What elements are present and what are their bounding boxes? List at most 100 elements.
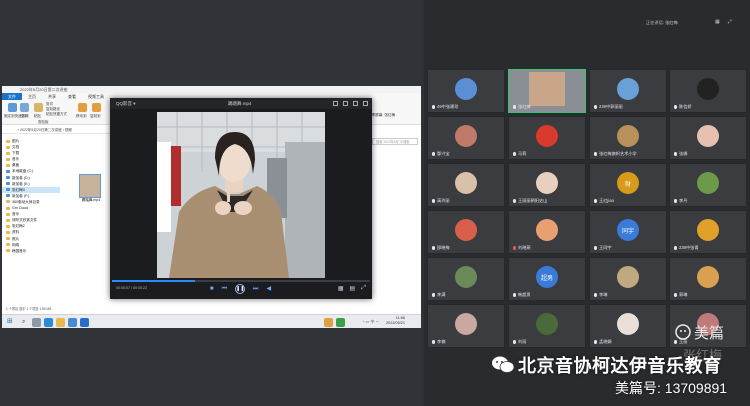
participant-tile[interactable]: 49中张建珍 <box>427 69 505 113</box>
participant-avatar <box>536 125 558 147</box>
explorer-title: 2022年5月20日第二次讲座 <box>2 86 421 93</box>
participant-tile[interactable]: 刘丽 <box>508 304 586 348</box>
qq-icon[interactable] <box>324 318 333 327</box>
ribbon-label-copy-to: 复制到 <box>90 114 101 118</box>
participant-tile[interactable]: 刘晓燕 <box>508 210 586 254</box>
windows-taskbar: ⊞ ⌕ ^ ▭ 中 ∽ 11:56 2022/05/21 <box>2 314 421 328</box>
move-to-icon[interactable] <box>78 103 87 112</box>
playback-progress-bar[interactable] <box>112 280 370 282</box>
participant-name: 239中张青 <box>679 245 699 250</box>
taskbar-clock[interactable]: 11:56 2022/05/21 <box>386 316 405 326</box>
store-icon[interactable] <box>68 318 77 327</box>
participant-tile[interactable]: 李楠 <box>427 304 505 348</box>
ribbon-group-clipboard: 剪贴板 <box>38 120 49 124</box>
address-bar[interactable]: › 2022年5月20日第二次讲座 › 视频 <box>2 126 110 134</box>
video-frame[interactable] <box>157 112 325 278</box>
participant-tile[interactable]: 张红梅 <box>508 69 586 113</box>
previous-icon[interactable]: ⏮ <box>222 285 227 293</box>
volume-icon[interactable]: ◀ <box>266 285 271 293</box>
folder-icon[interactable] <box>56 318 65 327</box>
mic-icon <box>432 340 435 344</box>
playback-time: 00:00:07 / 00:00:22 <box>116 286 147 290</box>
taskview-icon[interactable] <box>32 318 41 327</box>
next-icon[interactable]: ⏭ <box>253 285 258 293</box>
maximize-icon[interactable] <box>353 101 358 106</box>
grid-view-icon[interactable]: ▦ <box>715 19 720 25</box>
pause-button[interactable]: ❚❚ <box>235 284 246 294</box>
participant-tile[interactable]: 张红梅旗帜艺术小学 <box>589 116 667 160</box>
pin-window-icon[interactable] <box>333 101 338 106</box>
screen: 2022年5月20日第二次讲座 文件 主页 共享 查看 视频工具 固定到快速访问 复制 … <box>0 0 750 406</box>
participant-name: 李楠 <box>437 339 446 344</box>
explorer-search-input[interactable]: 搜索"2022年5月"中搜索 <box>372 138 418 145</box>
participant-name: 郭琳 <box>679 292 688 297</box>
participant-name: 李满 <box>437 292 446 297</box>
nav-item[interactable]: 韩国音乐 <box>2 248 60 254</box>
participant-name: 239中郭丽丽 <box>599 104 623 109</box>
participant-avatar <box>536 313 558 335</box>
system-tray[interactable]: ^ ▭ 中 ∽ <box>363 319 379 325</box>
participant-name: 邵晓梅 <box>437 245 450 250</box>
gallery-controls: ▦ ⤢ <box>715 19 732 25</box>
start-icon[interactable]: ⊞ <box>7 318 13 326</box>
participant-tile[interactable]: 孟晓娟 <box>589 304 667 348</box>
fullscreen-gallery-icon[interactable]: ⤢ <box>728 19 732 25</box>
explorer-tab-1[interactable]: 主页 <box>22 93 42 100</box>
explorer-tab-4[interactable]: 视频工具 <box>82 93 110 100</box>
participant-tile[interactable]: 239中张青 <box>669 210 747 254</box>
stop-icon[interactable]: ■ <box>210 285 214 293</box>
participant-name-row: 239中郭丽丽 <box>594 104 623 110</box>
explorer-tab-0[interactable]: 文件 <box>2 93 22 100</box>
participant-tile[interactable]: 李满 <box>427 257 505 301</box>
copy-to-icon[interactable] <box>92 103 101 112</box>
media-player-icon[interactable] <box>80 318 89 327</box>
participant-tile[interactable]: 陈信娇 <box>669 69 747 113</box>
player-right-controls: ▦ ▤ ⤢ <box>338 285 366 292</box>
close-icon[interactable] <box>363 101 368 106</box>
explorer-tab-3[interactable]: 查看 <box>62 93 82 100</box>
participant-tile[interactable]: 张娜 <box>669 116 747 160</box>
participant-tile[interactable]: 邵晓梅 <box>427 210 505 254</box>
participant-name-row: 刘晓燕 <box>513 245 531 251</box>
wechat-icon[interactable] <box>336 318 345 327</box>
participant-name-row: 高玲丽 <box>432 198 450 204</box>
pin-icon[interactable] <box>8 103 17 112</box>
mic-icon <box>594 246 597 250</box>
edge-icon[interactable] <box>44 318 53 327</box>
participant-tile[interactable]: 高玲丽 <box>427 163 505 207</box>
player-app-menu[interactable]: QQ影音 ▾ <box>116 98 136 109</box>
participant-tile[interactable]: 李丹 <box>669 163 747 207</box>
explorer-tab-2[interactable]: 共享 <box>42 93 62 100</box>
participant-name-row: 陈信娇 <box>674 104 692 110</box>
participant-avatar <box>617 125 639 147</box>
participant-avatar <box>455 313 477 335</box>
participant-tile[interactable]: 超男 韩超男 <box>508 257 586 301</box>
participant-name-row: 49中张建珍 <box>432 104 458 110</box>
fullscreen-icon[interactable]: ⤢ <box>361 285 366 292</box>
participant-name: 张红梅旗帜艺术小学 <box>599 151 637 156</box>
video-file-thumbnail[interactable] <box>79 174 101 198</box>
participant-tile[interactable]: 郭琳 <box>669 257 747 301</box>
participant-avatar: 同宇 <box>617 219 639 241</box>
participant-name-row: 李琳 <box>594 292 607 298</box>
participant-tile[interactable]: 王丽丽朝阳史山 <box>508 163 586 207</box>
participant-avatar <box>697 219 719 241</box>
participant-avatar <box>697 266 719 288</box>
mic-icon <box>432 246 435 250</box>
participant-tile[interactable]: 鄢兴宝 <box>427 116 505 160</box>
paste-icon[interactable] <box>34 103 43 112</box>
participant-tile[interactable]: 马莉 <box>508 116 586 160</box>
participant-tile[interactable]: 239中郭丽丽 <box>589 69 667 113</box>
taskbar-search-icon[interactable]: ⌕ <box>22 319 25 326</box>
minimize-icon[interactable] <box>343 101 348 106</box>
tools-icon[interactable]: ▤ <box>350 285 356 292</box>
participant-tile[interactable]: 财王红jiao <box>589 163 667 207</box>
participant-tile[interactable]: 同宇 王同宇 <box>589 210 667 254</box>
avatar-text: 财 <box>624 181 631 188</box>
participant-name: 李丹 <box>679 198 688 203</box>
playlist-icon[interactable]: ▦ <box>338 285 344 292</box>
meipian-logo-icon <box>675 324 691 340</box>
copy-icon[interactable] <box>20 103 29 112</box>
participant-tile[interactable]: 李琳 <box>589 257 667 301</box>
participant-name-row: 邵晓梅 <box>432 245 450 251</box>
